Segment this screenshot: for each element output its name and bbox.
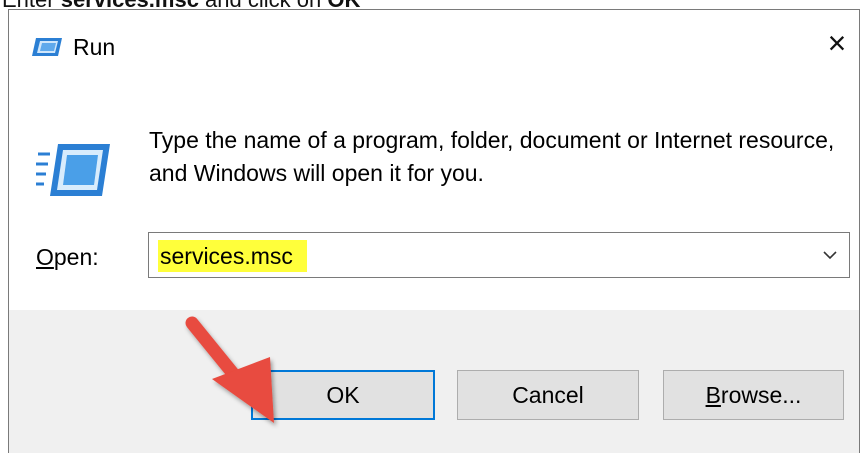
dialog-title: Run: [73, 34, 116, 60]
run-icon: [32, 38, 62, 56]
close-button[interactable]: ×: [815, 18, 859, 68]
open-label: Open:: [36, 243, 99, 271]
close-icon: ×: [827, 25, 847, 61]
open-label-rest: pen:: [53, 244, 99, 270]
browse-button[interactable]: Browse...: [663, 370, 844, 420]
cancel-button[interactable]: Cancel: [457, 370, 639, 420]
run-icon: [36, 144, 110, 196]
ok-button[interactable]: OK: [251, 370, 435, 420]
dialog-description: Type the name of a program, folder, docu…: [149, 127, 835, 186]
open-label-accel: O: [36, 244, 54, 270]
open-input[interactable]: services.msc: [158, 240, 307, 272]
title-bar[interactable]: Run ×: [9, 10, 859, 80]
browse-accel: B: [705, 382, 721, 408]
chevron-down-icon[interactable]: [821, 245, 839, 265]
button-bar: OK Cancel Browse...: [9, 310, 859, 453]
browse-rest: rowse...: [720, 382, 802, 408]
open-combobox[interactable]: services.msc: [148, 232, 850, 278]
run-dialog: Run × Type the name of a program, folder…: [8, 9, 860, 453]
